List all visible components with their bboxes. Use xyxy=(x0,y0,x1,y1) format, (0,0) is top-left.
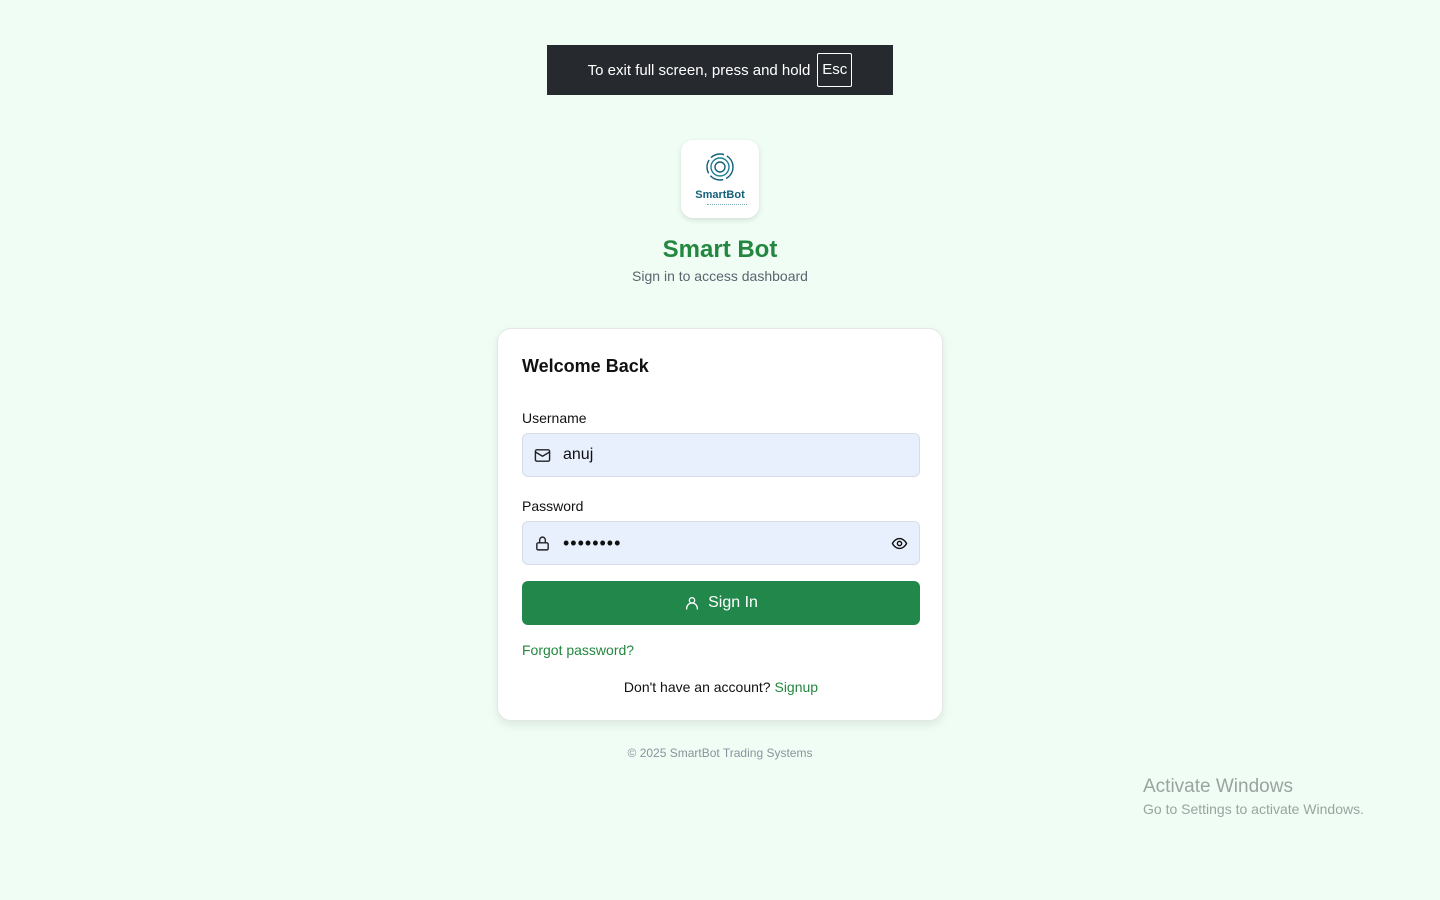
card-title: Welcome Back xyxy=(522,356,649,376)
password-label: Password xyxy=(522,498,584,514)
no-account-text: Don't have an account? xyxy=(623,679,771,695)
eye-icon[interactable] xyxy=(889,533,909,553)
login-card: Welcome Back Username anuj Password ••••… xyxy=(497,328,943,721)
windows-activation-watermark: Activate Windows Go to Settings to activ… xyxy=(1143,776,1364,817)
app-subtitle: Sign in to access dashboard xyxy=(632,268,808,284)
app-logo: SmartBot xyxy=(681,140,759,218)
logo-tagline-line xyxy=(707,203,747,207)
password-field[interactable]: •••••••• xyxy=(522,521,920,565)
logo-wordmark: SmartBot xyxy=(695,188,745,201)
watermark-title: Activate Windows xyxy=(1143,776,1293,797)
app-title: Smart Bot xyxy=(662,236,778,263)
watermark-subtitle: Go to Settings to activate Windows. xyxy=(1143,801,1364,817)
sign-in-button[interactable]: Sign In xyxy=(522,581,920,625)
signup-prompt: Don't have an account? Signup xyxy=(498,679,944,695)
username-label: Username xyxy=(522,410,587,426)
signup-link[interactable]: Signup xyxy=(774,679,818,695)
username-value[interactable]: anuj xyxy=(563,446,919,464)
password-value[interactable]: •••••••• xyxy=(563,533,889,554)
fullscreen-exit-notice: To exit full screen, press and hold Esc xyxy=(547,45,893,95)
lock-icon xyxy=(533,534,551,552)
fullscreen-notice-text: To exit full screen, press and hold xyxy=(587,61,811,79)
logo-rings-icon xyxy=(705,152,735,187)
mail-icon xyxy=(533,446,551,464)
esc-key-badge: Esc xyxy=(817,53,853,87)
forgot-password-link[interactable]: Forgot password? xyxy=(522,642,634,658)
sign-in-label: Sign In xyxy=(708,594,758,611)
username-field[interactable]: anuj xyxy=(522,433,920,477)
footer-copyright: © 2025 SmartBot Trading Systems xyxy=(627,746,813,760)
user-icon xyxy=(684,595,700,611)
